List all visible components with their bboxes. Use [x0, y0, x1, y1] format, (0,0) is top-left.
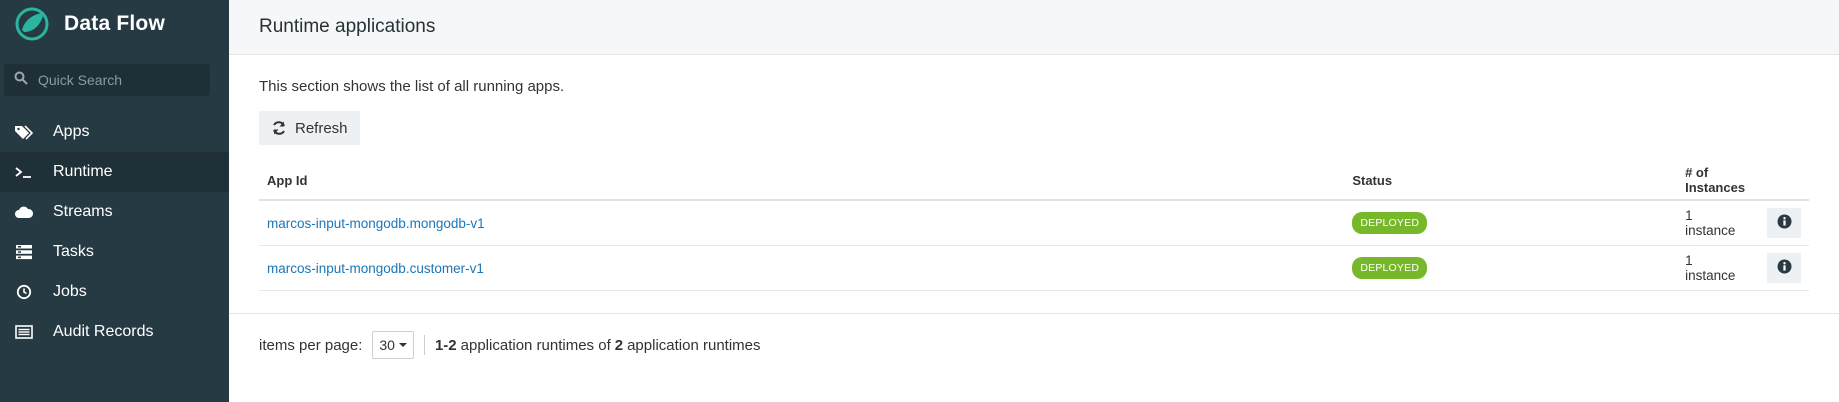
search-input[interactable] — [36, 71, 200, 89]
column-header-app-id[interactable]: App Id — [259, 161, 1345, 201]
sidebar-item-tasks[interactable]: Tasks — [0, 232, 229, 272]
app-id-link[interactable]: marcos-input-mongodb.mongodb-v1 — [267, 216, 485, 231]
caret-down-icon — [398, 343, 407, 347]
brand[interactable]: Data Flow — [0, 0, 229, 48]
sidebar-item-label: Audit Records — [53, 323, 154, 340]
quick-search[interactable] — [4, 64, 210, 96]
pagination-text-end: application runtimes — [627, 336, 761, 354]
cloud-icon — [12, 202, 36, 222]
footer-divider — [229, 313, 1839, 314]
column-header-status[interactable]: Status — [1344, 161, 1678, 201]
page-title: Runtime applications — [259, 16, 436, 37]
details-button[interactable] — [1767, 208, 1801, 238]
pagination-divider — [423, 335, 425, 355]
sidebar-item-label: Jobs — [53, 283, 87, 300]
section-description: This section shows the list of all runni… — [259, 78, 565, 95]
pagination-total: 2 — [614, 336, 624, 354]
sidebar-item-label: Runtime — [53, 163, 113, 180]
table-row: marcos-input-mongodb.customer-v1 DEPLOYE… — [259, 245, 1809, 291]
sidebar-item-label: Apps — [53, 123, 90, 140]
table-row: marcos-input-mongodb.mongodb-v1 DEPLOYED… — [259, 200, 1809, 246]
content-area: This section shows the list of all runni… — [229, 78, 1839, 291]
tasks-icon — [12, 242, 36, 262]
status-badge: DEPLOYED — [1352, 257, 1428, 279]
sidebar-item-runtime[interactable]: Runtime — [0, 152, 229, 192]
items-per-page-label: items per page: — [259, 336, 363, 354]
clock-icon — [12, 282, 36, 302]
table-header-row: App Id Status # of Instances — [259, 161, 1809, 201]
tags-icon — [12, 122, 36, 142]
column-header-instances[interactable]: # of Instances — [1677, 161, 1754, 201]
runtime-apps-table: App Id Status # of Instances marcos-inpu… — [259, 161, 1809, 291]
pagination-text: application runtimes of — [460, 336, 611, 354]
list-icon — [12, 322, 36, 342]
instances-count: 1 instance — [1677, 245, 1754, 291]
app-title: Data Flow — [64, 12, 165, 35]
page-header: Runtime applications — [229, 0, 1839, 55]
items-per-page-select[interactable]: 30 — [372, 331, 414, 359]
sidebar: Data Flow Apps Runtime Streams — [0, 0, 229, 402]
sidebar-item-apps[interactable]: Apps — [0, 112, 229, 152]
app-id-link[interactable]: marcos-input-mongodb.customer-v1 — [267, 261, 484, 276]
details-button[interactable] — [1767, 253, 1801, 283]
main-content: Runtime applications This section shows … — [229, 0, 1839, 402]
refresh-icon — [271, 120, 287, 136]
spring-logo-icon — [10, 4, 54, 44]
terminal-icon — [12, 162, 36, 182]
sidebar-item-audit-records[interactable]: Audit Records — [0, 312, 229, 352]
column-header-actions — [1753, 161, 1809, 201]
pagination-range: 1-2 — [434, 336, 457, 354]
info-icon — [1776, 259, 1792, 277]
info-icon — [1776, 214, 1792, 232]
instances-count: 1 instance — [1677, 200, 1754, 246]
items-per-page-value: 30 — [379, 337, 395, 353]
sidebar-item-jobs[interactable]: Jobs — [0, 272, 229, 312]
sidebar-item-streams[interactable]: Streams — [0, 192, 229, 232]
sidebar-item-label: Tasks — [53, 243, 94, 260]
refresh-button[interactable]: Refresh — [259, 111, 360, 145]
refresh-label: Refresh — [295, 119, 348, 137]
status-badge: DEPLOYED — [1352, 212, 1428, 234]
search-icon — [14, 71, 28, 90]
sidebar-nav: Apps Runtime Streams Tasks Jobs Audit Re… — [0, 112, 229, 352]
sidebar-item-label: Streams — [53, 203, 113, 220]
pagination: items per page: 30 1-2 application runti… — [259, 331, 761, 359]
